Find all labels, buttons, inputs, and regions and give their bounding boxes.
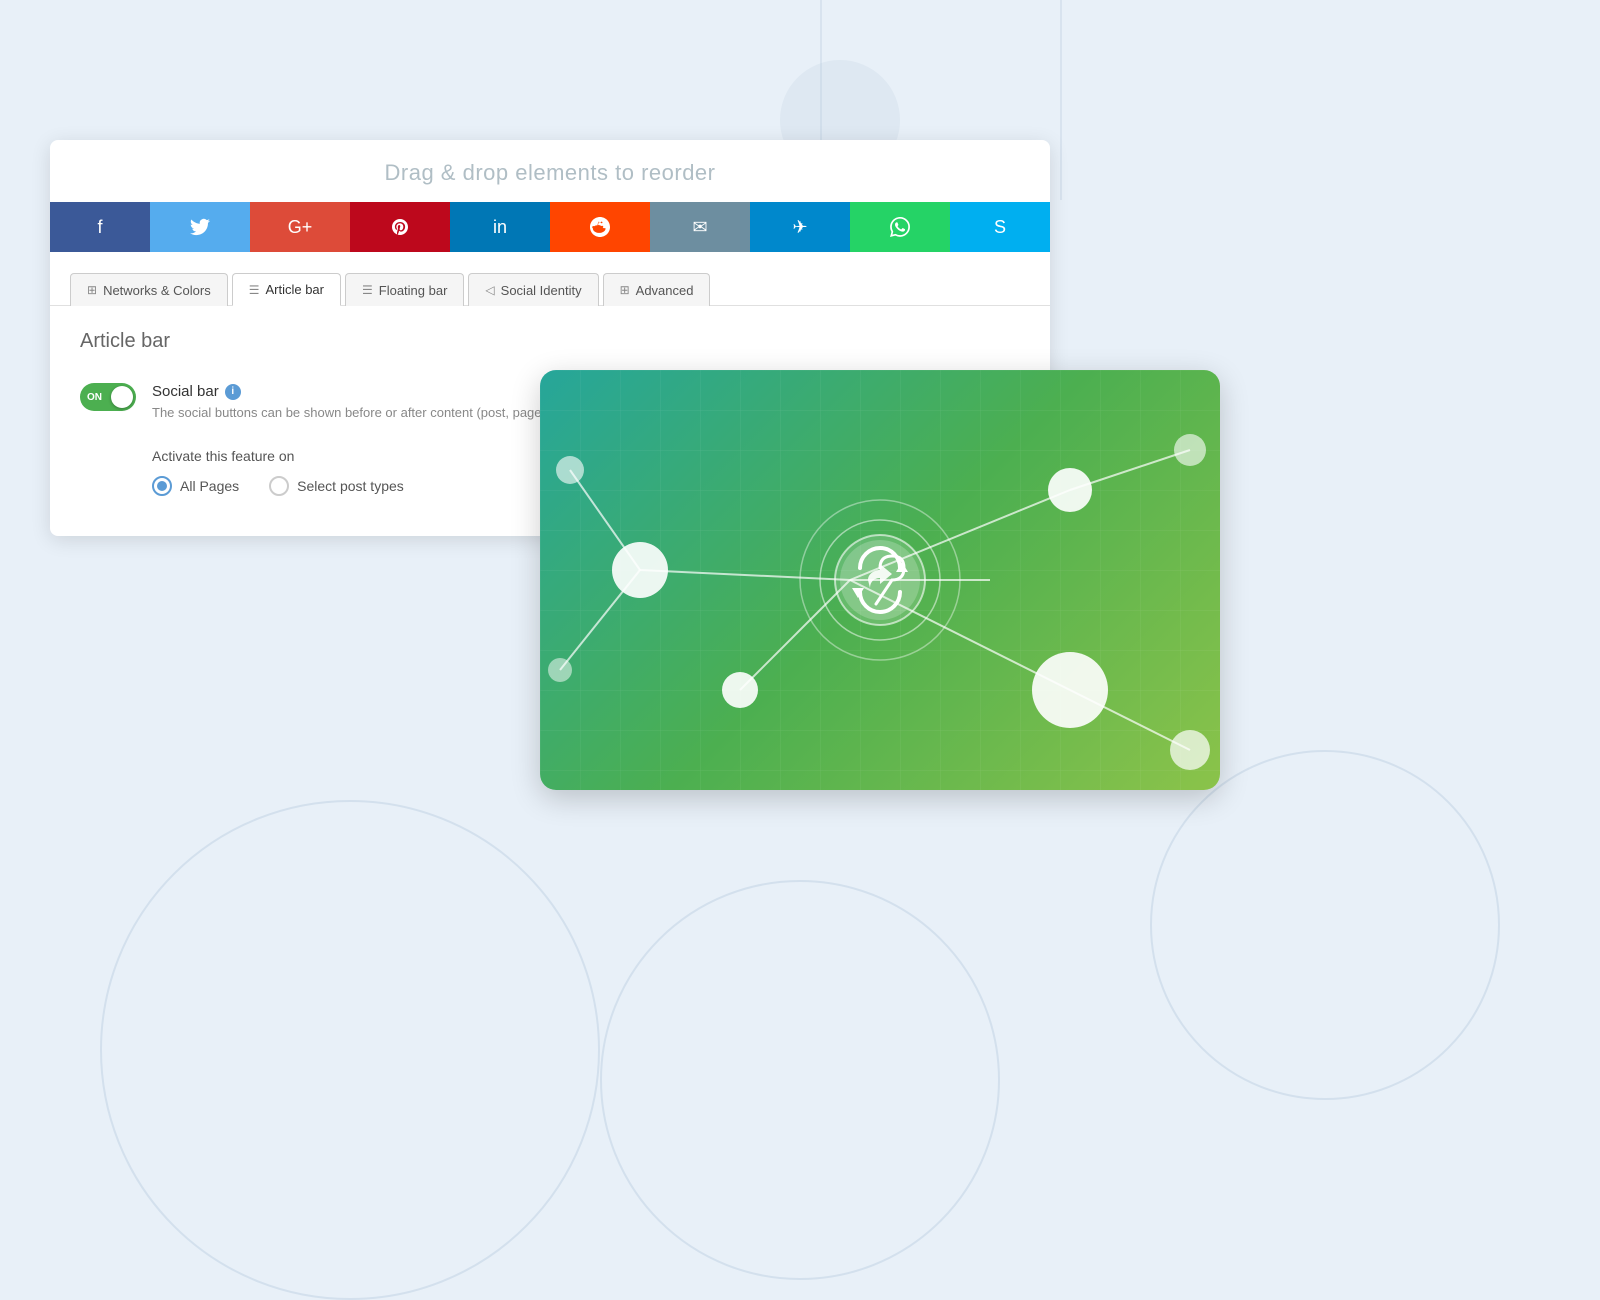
networks-colors-icon: ⊞: [87, 283, 97, 297]
tab-advanced-label: Advanced: [636, 283, 694, 298]
article-bar-icon: ☰: [249, 283, 260, 297]
reddit-button[interactable]: [550, 202, 650, 252]
radio-select-post-types-circle: [269, 476, 289, 496]
floating-bar-icon: ☰: [362, 283, 373, 297]
facebook-button[interactable]: f: [50, 202, 150, 252]
bg-circle-2: [600, 880, 1000, 1280]
toggle-knob: [111, 386, 133, 408]
network-svg: [540, 370, 1220, 790]
bg-circle-3: [1150, 750, 1500, 1100]
radio-select-post-types-label: Select post types: [297, 478, 404, 494]
radio-all-pages-inner: [157, 481, 167, 491]
social-bar-title-text: Social bar: [152, 383, 219, 400]
green-network-card: [540, 370, 1220, 790]
tab-advanced[interactable]: ⊞ Advanced: [603, 273, 711, 306]
social-bar-toggle[interactable]: ON: [80, 383, 136, 411]
tab-social-identity-label: Social Identity: [501, 283, 582, 298]
pinterest-button[interactable]: [350, 202, 450, 252]
tab-article-bar-label: Article bar: [265, 282, 324, 297]
radio-all-pages-circle: [152, 476, 172, 496]
radio-select-post-types[interactable]: Select post types: [269, 476, 404, 496]
tab-floating-bar-label: Floating bar: [379, 283, 448, 298]
twitter-button[interactable]: [150, 202, 250, 252]
bg-line-2: [1060, 0, 1062, 200]
radio-all-pages-label: All Pages: [180, 478, 239, 494]
google-plus-button[interactable]: G+: [250, 202, 350, 252]
section-title: Article bar: [80, 330, 1020, 353]
email-button[interactable]: ✉: [650, 202, 750, 252]
tab-article-bar[interactable]: ☰ Article bar: [232, 273, 341, 306]
advanced-icon: ⊞: [620, 283, 630, 297]
toggle-on-label: ON: [87, 392, 102, 403]
toggle-wrapper: ON: [80, 383, 136, 411]
radio-all-pages[interactable]: All Pages: [152, 476, 239, 496]
tab-social-identity[interactable]: ◁ Social Identity: [468, 273, 598, 306]
tab-floating-bar[interactable]: ☰ Floating bar: [345, 273, 464, 306]
linkedin-button[interactable]: in: [450, 202, 550, 252]
telegram-button[interactable]: ✈: [750, 202, 850, 252]
social-network-bar: f G+ in ✉ ✈ S: [50, 202, 1050, 252]
tab-navigation: ⊞ Networks & Colors ☰ Article bar ☰ Floa…: [50, 252, 1050, 306]
skype-button[interactable]: S: [950, 202, 1050, 252]
info-icon[interactable]: i: [225, 384, 241, 400]
social-identity-icon: ◁: [485, 283, 494, 297]
whatsapp-button[interactable]: [850, 202, 950, 252]
green-card-inner: [540, 370, 1220, 790]
drag-drop-header: Drag & drop elements to reorder: [50, 140, 1050, 202]
tab-networks-colors-label: Networks & Colors: [103, 283, 211, 298]
bg-circle-1: [100, 800, 600, 1300]
tab-networks-colors[interactable]: ⊞ Networks & Colors: [70, 273, 228, 306]
